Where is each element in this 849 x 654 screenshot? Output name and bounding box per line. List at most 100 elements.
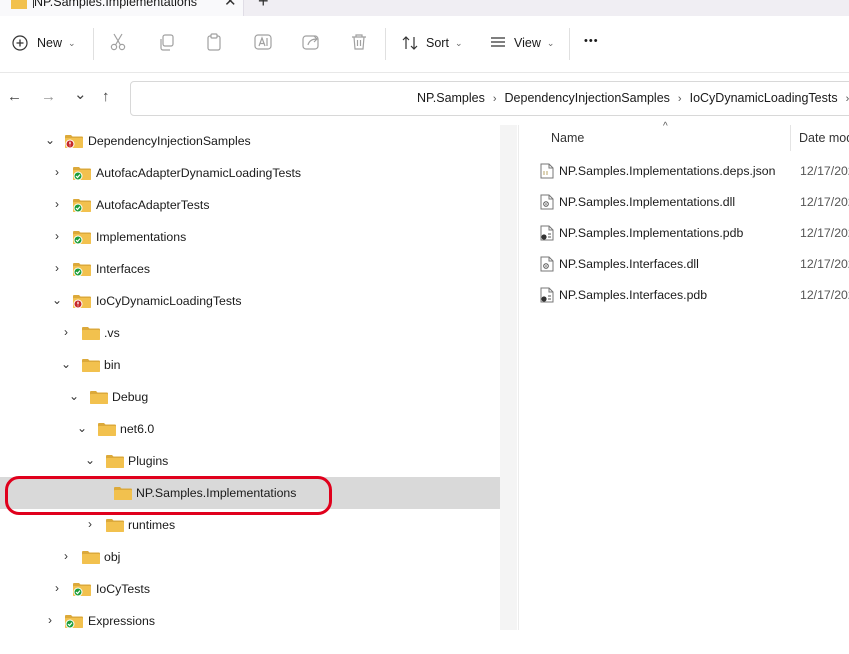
file-name: NP.Samples.Implementations.pdb xyxy=(559,226,744,240)
new-tab-button[interactable]: + xyxy=(258,0,269,12)
tab-active[interactable]: NP.Samples.Implementations ✕ xyxy=(0,0,244,16)
view-icon xyxy=(490,35,506,51)
tree-item-label: runtimes xyxy=(128,518,176,532)
chevron-right-icon[interactable]: › xyxy=(60,549,72,563)
file-date: 12/17/202 xyxy=(800,226,849,240)
folder-icon xyxy=(106,454,124,468)
tree-item-label: bin xyxy=(104,358,121,372)
chevron-right-icon[interactable]: › xyxy=(51,197,63,211)
tree-item[interactable]: ⌄ IoCyDynamicLoadingTests xyxy=(0,285,500,317)
folder-error-icon xyxy=(73,294,91,309)
navigation-pane-scrollbar[interactable] xyxy=(500,125,517,630)
tree-item[interactable]: › Expressions xyxy=(0,605,500,637)
recent-locations-icon[interactable]: ⌄ xyxy=(74,85,87,103)
rename-icon[interactable] xyxy=(254,33,272,56)
tree-item-label: Debug xyxy=(112,390,149,404)
toolbar-divider xyxy=(385,28,386,60)
tree-item[interactable]: ⌄ net6.0 xyxy=(0,413,500,445)
tab-title: NP.Samples.Implementations xyxy=(34,0,198,9)
file-date: 12/17/202 xyxy=(800,288,849,302)
address-bar[interactable]: NP.Samples › DependencyInjectionSamples › Io… xyxy=(130,81,849,116)
chevron-right-icon[interactable]: › xyxy=(493,93,497,105)
view-button[interactable]: View ⌄ xyxy=(490,35,554,51)
chevron-down-icon[interactable]: ⌄ xyxy=(68,389,80,403)
close-tab-icon[interactable]: ✕ xyxy=(224,0,237,10)
copy-icon[interactable] xyxy=(159,34,175,56)
tree-item[interactable]: › Interfaces xyxy=(0,253,500,285)
tree-item-label: IoCyTests xyxy=(96,582,150,596)
file-date: 12/17/202 xyxy=(800,257,849,271)
tree-item-label: Interfaces xyxy=(96,262,150,276)
chevron-right-icon[interactable]: › xyxy=(84,517,96,531)
tree-item[interactable]: ⌄ bin xyxy=(0,349,500,381)
column-header-name[interactable]: Name xyxy=(551,131,584,145)
tree-item[interactable]: › .vs xyxy=(0,317,500,349)
tree-item-label: obj xyxy=(104,550,121,564)
tree-item[interactable]: ⌄ Plugins xyxy=(0,445,500,477)
up-icon[interactable]: ↑ xyxy=(102,88,110,105)
folder-icon xyxy=(82,550,100,564)
column-header-date[interactable]: Date mod xyxy=(799,131,849,145)
new-button[interactable]: New ⌄ xyxy=(12,35,76,51)
folder-synced-icon xyxy=(73,166,91,181)
pane-divider[interactable] xyxy=(518,125,519,630)
breadcrumb-item[interactable]: DependencyInjectionSamples xyxy=(505,91,670,105)
plus-circle-icon xyxy=(12,35,28,51)
tree-item[interactable]: › AutofacAdapterTests xyxy=(0,189,500,221)
pdb-file-icon xyxy=(540,225,554,241)
folder-synced-icon xyxy=(73,198,91,213)
chevron-down-icon[interactable]: ⌄ xyxy=(44,133,56,147)
chevron-right-icon[interactable]: › xyxy=(60,325,72,339)
tree-item[interactable]: › Implementations xyxy=(0,221,500,253)
chevron-down-icon[interactable]: ⌄ xyxy=(84,453,96,467)
chevron-right-icon[interactable]: › xyxy=(44,613,56,627)
chevron-right-icon[interactable]: › xyxy=(51,229,63,243)
folder-synced-icon xyxy=(73,582,91,597)
tree-item-label: AutofacAdapterTests xyxy=(96,198,210,212)
file-row[interactable]: NP.Samples.Implementations.deps.json 12/… xyxy=(536,156,849,187)
file-row[interactable]: NP.Samples.Interfaces.dll 12/17/202 xyxy=(536,249,849,280)
tree-item[interactable]: ⌄ DependencyInjectionSamples xyxy=(0,125,500,157)
file-name: NP.Samples.Interfaces.pdb xyxy=(559,288,708,302)
paste-icon[interactable] xyxy=(206,33,222,56)
chevron-down-icon[interactable]: ⌄ xyxy=(51,293,63,307)
command-bar: New ⌄ Sort ⌄ View ⌄ ••• xyxy=(0,16,849,73)
file-row[interactable]: NP.Samples.Implementations.pdb 12/17/202 xyxy=(536,218,849,249)
chevron-down-icon: ⌄ xyxy=(68,37,76,48)
sort-icon xyxy=(402,35,418,51)
tree-item-label: Expressions xyxy=(88,614,155,628)
cut-icon[interactable] xyxy=(110,33,126,56)
folder-icon xyxy=(82,358,100,372)
breadcrumb: NP.Samples › DependencyInjectionSamples › Io… xyxy=(417,91,849,105)
breadcrumb-item[interactable]: IoCyDynamicLoadingTests xyxy=(690,91,838,105)
back-icon[interactable]: ← xyxy=(7,88,22,105)
folder-icon xyxy=(90,390,108,404)
chevron-right-icon[interactable]: › xyxy=(51,581,63,595)
forward-icon[interactable]: → xyxy=(41,88,56,105)
more-options-button[interactable]: ••• xyxy=(584,35,599,47)
chevron-right-icon[interactable]: › xyxy=(678,93,682,105)
folder-icon xyxy=(11,0,27,12)
delete-icon[interactable] xyxy=(351,33,367,56)
tree-item-label: net6.0 xyxy=(120,422,155,436)
toolbar-divider xyxy=(93,28,94,60)
sort-button[interactable]: Sort ⌄ xyxy=(402,35,462,51)
tree-item[interactable]: › IoCyTests xyxy=(0,573,500,605)
sort-button-label: Sort xyxy=(426,36,449,50)
chevron-down-icon[interactable]: ⌄ xyxy=(60,357,72,371)
json-file-icon xyxy=(540,163,554,179)
breadcrumb-item[interactable]: NP.Samples xyxy=(417,91,485,105)
chevron-right-icon[interactable]: › xyxy=(51,165,63,179)
file-row[interactable]: NP.Samples.Implementations.dll 12/17/202 xyxy=(536,187,849,218)
file-row[interactable]: NP.Samples.Interfaces.pdb 12/17/202 xyxy=(536,280,849,311)
chevron-right-icon[interactable]: › xyxy=(846,93,849,105)
folder-synced-icon xyxy=(65,614,83,629)
sort-ascending-icon: ^ xyxy=(663,121,668,132)
tree-item[interactable]: › AutofacAdapterDynamicLoadingTests xyxy=(0,157,500,189)
share-icon[interactable] xyxy=(302,33,320,56)
chevron-right-icon[interactable]: › xyxy=(51,261,63,275)
tree-item[interactable]: ⌄ Debug xyxy=(0,381,500,413)
chevron-down-icon[interactable]: ⌄ xyxy=(76,421,88,435)
column-divider[interactable] xyxy=(790,125,791,151)
tree-item[interactable]: › obj xyxy=(0,541,500,573)
